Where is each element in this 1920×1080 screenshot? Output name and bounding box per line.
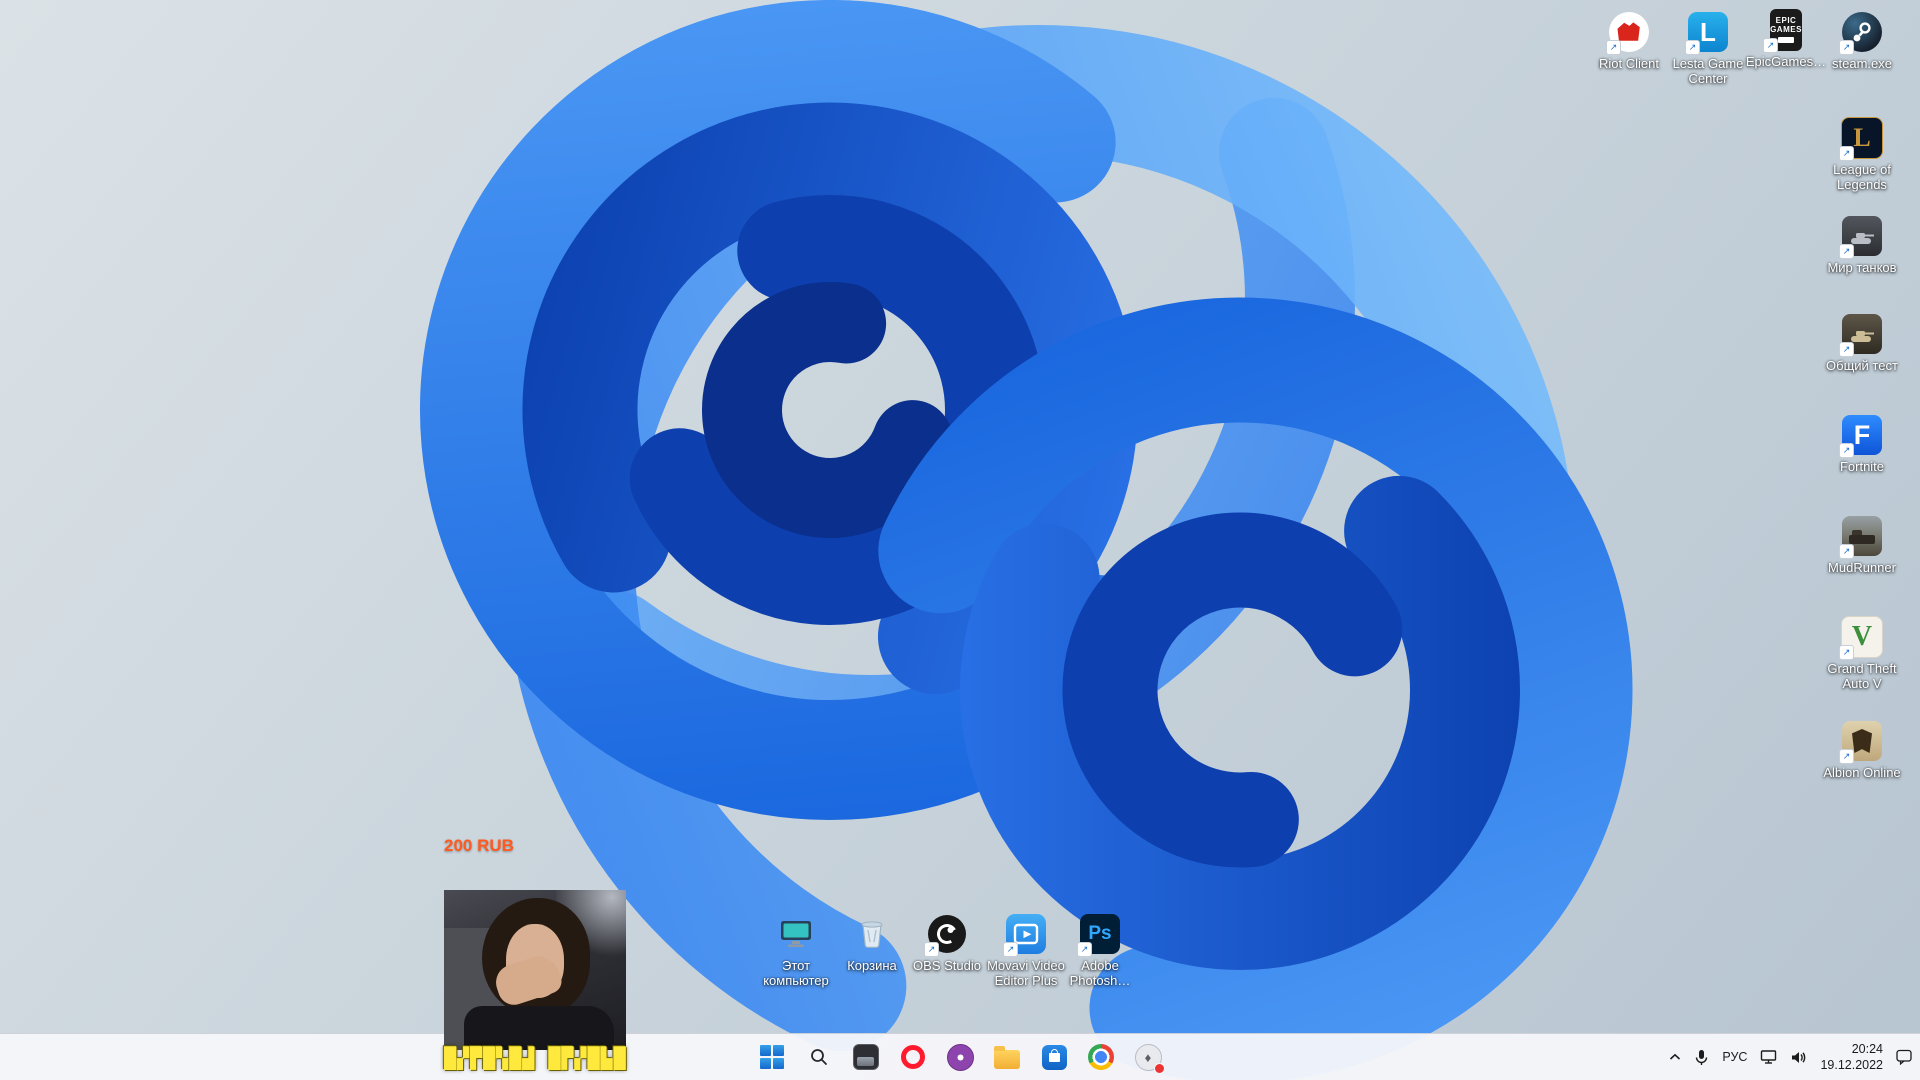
taskbar: ♦ РУС 20:24 19.12.2022 bbox=[0, 1033, 1920, 1080]
microphone-tray-button[interactable] bbox=[1694, 1049, 1709, 1066]
epic-text-line2: GAMES bbox=[1770, 25, 1802, 34]
stream-glitch-text: █▞▛█▚█▟ █▛▞█▙█ bbox=[444, 1046, 627, 1070]
albion-shield-glyph bbox=[1852, 729, 1872, 753]
notification-badge bbox=[1154, 1063, 1165, 1074]
shortcut-arrow-icon: ↗ bbox=[1839, 342, 1854, 357]
tray-chevron-button[interactable] bbox=[1669, 1053, 1681, 1061]
opera-button[interactable] bbox=[894, 1038, 932, 1076]
riot-fist-glyph bbox=[1617, 22, 1640, 41]
chrome-button[interactable] bbox=[1082, 1038, 1120, 1076]
window-app-button[interactable] bbox=[847, 1038, 885, 1076]
desktop-icon-mir-tankov[interactable]: ↗ Мир танков bbox=[1814, 214, 1910, 276]
desktop-icon-league-of-legends[interactable]: L ↗ League of Legends bbox=[1814, 116, 1910, 192]
language-indicator[interactable]: РУС bbox=[1722, 1050, 1747, 1064]
recycle-bin-icon bbox=[850, 912, 894, 956]
desktop-icon-label: Riot Client bbox=[1599, 56, 1659, 71]
search-icon bbox=[811, 1049, 827, 1065]
start-button[interactable] bbox=[753, 1038, 791, 1076]
shortcut-arrow-icon: ↗ bbox=[1839, 40, 1854, 55]
desktop-icon-label: Adobe Photosh… bbox=[1069, 958, 1131, 988]
epic-text-line1: EPIC bbox=[1775, 16, 1797, 25]
music-app-button[interactable] bbox=[941, 1038, 979, 1076]
desktop-icon-mudrunner[interactable]: ↗ MudRunner bbox=[1814, 514, 1910, 576]
shortcut-arrow-icon: ↗ bbox=[1606, 40, 1621, 55]
microsoft-store-icon bbox=[1041, 1044, 1067, 1070]
desktop-icon-label: steam.exe bbox=[1832, 56, 1892, 71]
shortcut-arrow-icon: ↗ bbox=[1839, 443, 1854, 458]
tray-time: 20:24 bbox=[1851, 1041, 1883, 1056]
chrome-icon bbox=[1088, 1044, 1114, 1070]
volume-tray-button[interactable] bbox=[1790, 1050, 1807, 1065]
shortcut-arrow-icon: ↗ bbox=[1839, 544, 1854, 559]
desktop-icon-fortnite[interactable]: F ↗ Fortnite bbox=[1814, 413, 1910, 475]
notification-bubble-icon bbox=[1896, 1049, 1912, 1065]
file-explorer-icon bbox=[994, 1045, 1020, 1069]
clock[interactable]: 20:24 19.12.2022 bbox=[1820, 1041, 1883, 1074]
streamer-torso bbox=[464, 1006, 614, 1050]
system-tray: РУС 20:24 19.12.2022 bbox=[1669, 1034, 1912, 1080]
notification-app-button[interactable]: ♦ bbox=[1129, 1038, 1167, 1076]
monitor-glyph bbox=[781, 921, 811, 947]
windows-logo-icon bbox=[760, 1045, 784, 1069]
shortcut-arrow-icon: ↗ bbox=[1839, 645, 1854, 660]
shortcut-arrow-icon: ↗ bbox=[1839, 749, 1854, 764]
this-pc-icon bbox=[774, 912, 818, 956]
shortcut-arrow-icon: ↗ bbox=[1839, 146, 1854, 161]
file-explorer-button[interactable] bbox=[988, 1038, 1026, 1076]
truck-body-glyph bbox=[1849, 535, 1875, 544]
epic-badge-bar bbox=[1778, 37, 1794, 43]
desktop-icon-albion-online[interactable]: ↗ Albion Online bbox=[1814, 719, 1910, 781]
shortcut-arrow-icon: ↗ bbox=[1003, 942, 1018, 957]
chevron-up-icon bbox=[1670, 1053, 1681, 1060]
bin-glyph bbox=[861, 921, 883, 948]
desktop-icon-label: Fortnite bbox=[1839, 459, 1885, 474]
desktop-icon-label: MudRunner bbox=[1828, 560, 1896, 575]
shortcut-arrow-icon: ↗ bbox=[1077, 942, 1092, 957]
desktop-icon-gta-v[interactable]: V ↗ Grand Theft Auto V bbox=[1814, 615, 1910, 691]
window-app-icon bbox=[853, 1044, 879, 1070]
desktop-icon-obschiy-test[interactable]: ↗ Общий тест bbox=[1814, 312, 1910, 374]
desktop-icon-label: Общий тест bbox=[1826, 358, 1898, 373]
microphone-icon bbox=[1696, 1049, 1708, 1065]
shortcut-arrow-icon: ↗ bbox=[924, 942, 939, 957]
desktop-icon-label: Grand Theft Auto V bbox=[1827, 661, 1897, 691]
taskbar-center-icons: ♦ bbox=[753, 1034, 1167, 1080]
desktop-icon-label: League of Legends bbox=[1833, 162, 1891, 192]
volume-icon bbox=[1792, 1051, 1806, 1063]
desktop-icon-label: Albion Online bbox=[1823, 765, 1901, 780]
desktop-icon-label: Корзина bbox=[847, 958, 897, 973]
desktop-icon-label: OBS Studio bbox=[913, 958, 981, 973]
notification-center-button[interactable] bbox=[1896, 1049, 1912, 1065]
music-app-icon bbox=[946, 1043, 974, 1071]
search-button[interactable] bbox=[800, 1038, 838, 1076]
donation-amount-text: 200 RUB bbox=[444, 836, 514, 855]
webcam-overlay bbox=[444, 890, 626, 1050]
network-tray-button[interactable] bbox=[1760, 1049, 1777, 1065]
shortcut-arrow-icon: ↗ bbox=[1839, 244, 1854, 259]
shortcut-arrow-icon: ↗ bbox=[1685, 40, 1700, 55]
desktop-icon-steam[interactable]: ↗ steam.exe bbox=[1814, 10, 1910, 72]
store-button[interactable] bbox=[1035, 1038, 1073, 1076]
opera-icon bbox=[901, 1045, 925, 1069]
desktop-icon-label: Мир танков bbox=[1827, 260, 1897, 275]
desktop-icon-photoshop[interactable]: Ps ↗ Adobe Photosh… bbox=[1052, 912, 1148, 988]
shortcut-arrow-icon: ↗ bbox=[1763, 38, 1778, 53]
tray-date: 19.12.2022 bbox=[1820, 1058, 1883, 1072]
network-icon bbox=[1761, 1050, 1777, 1064]
